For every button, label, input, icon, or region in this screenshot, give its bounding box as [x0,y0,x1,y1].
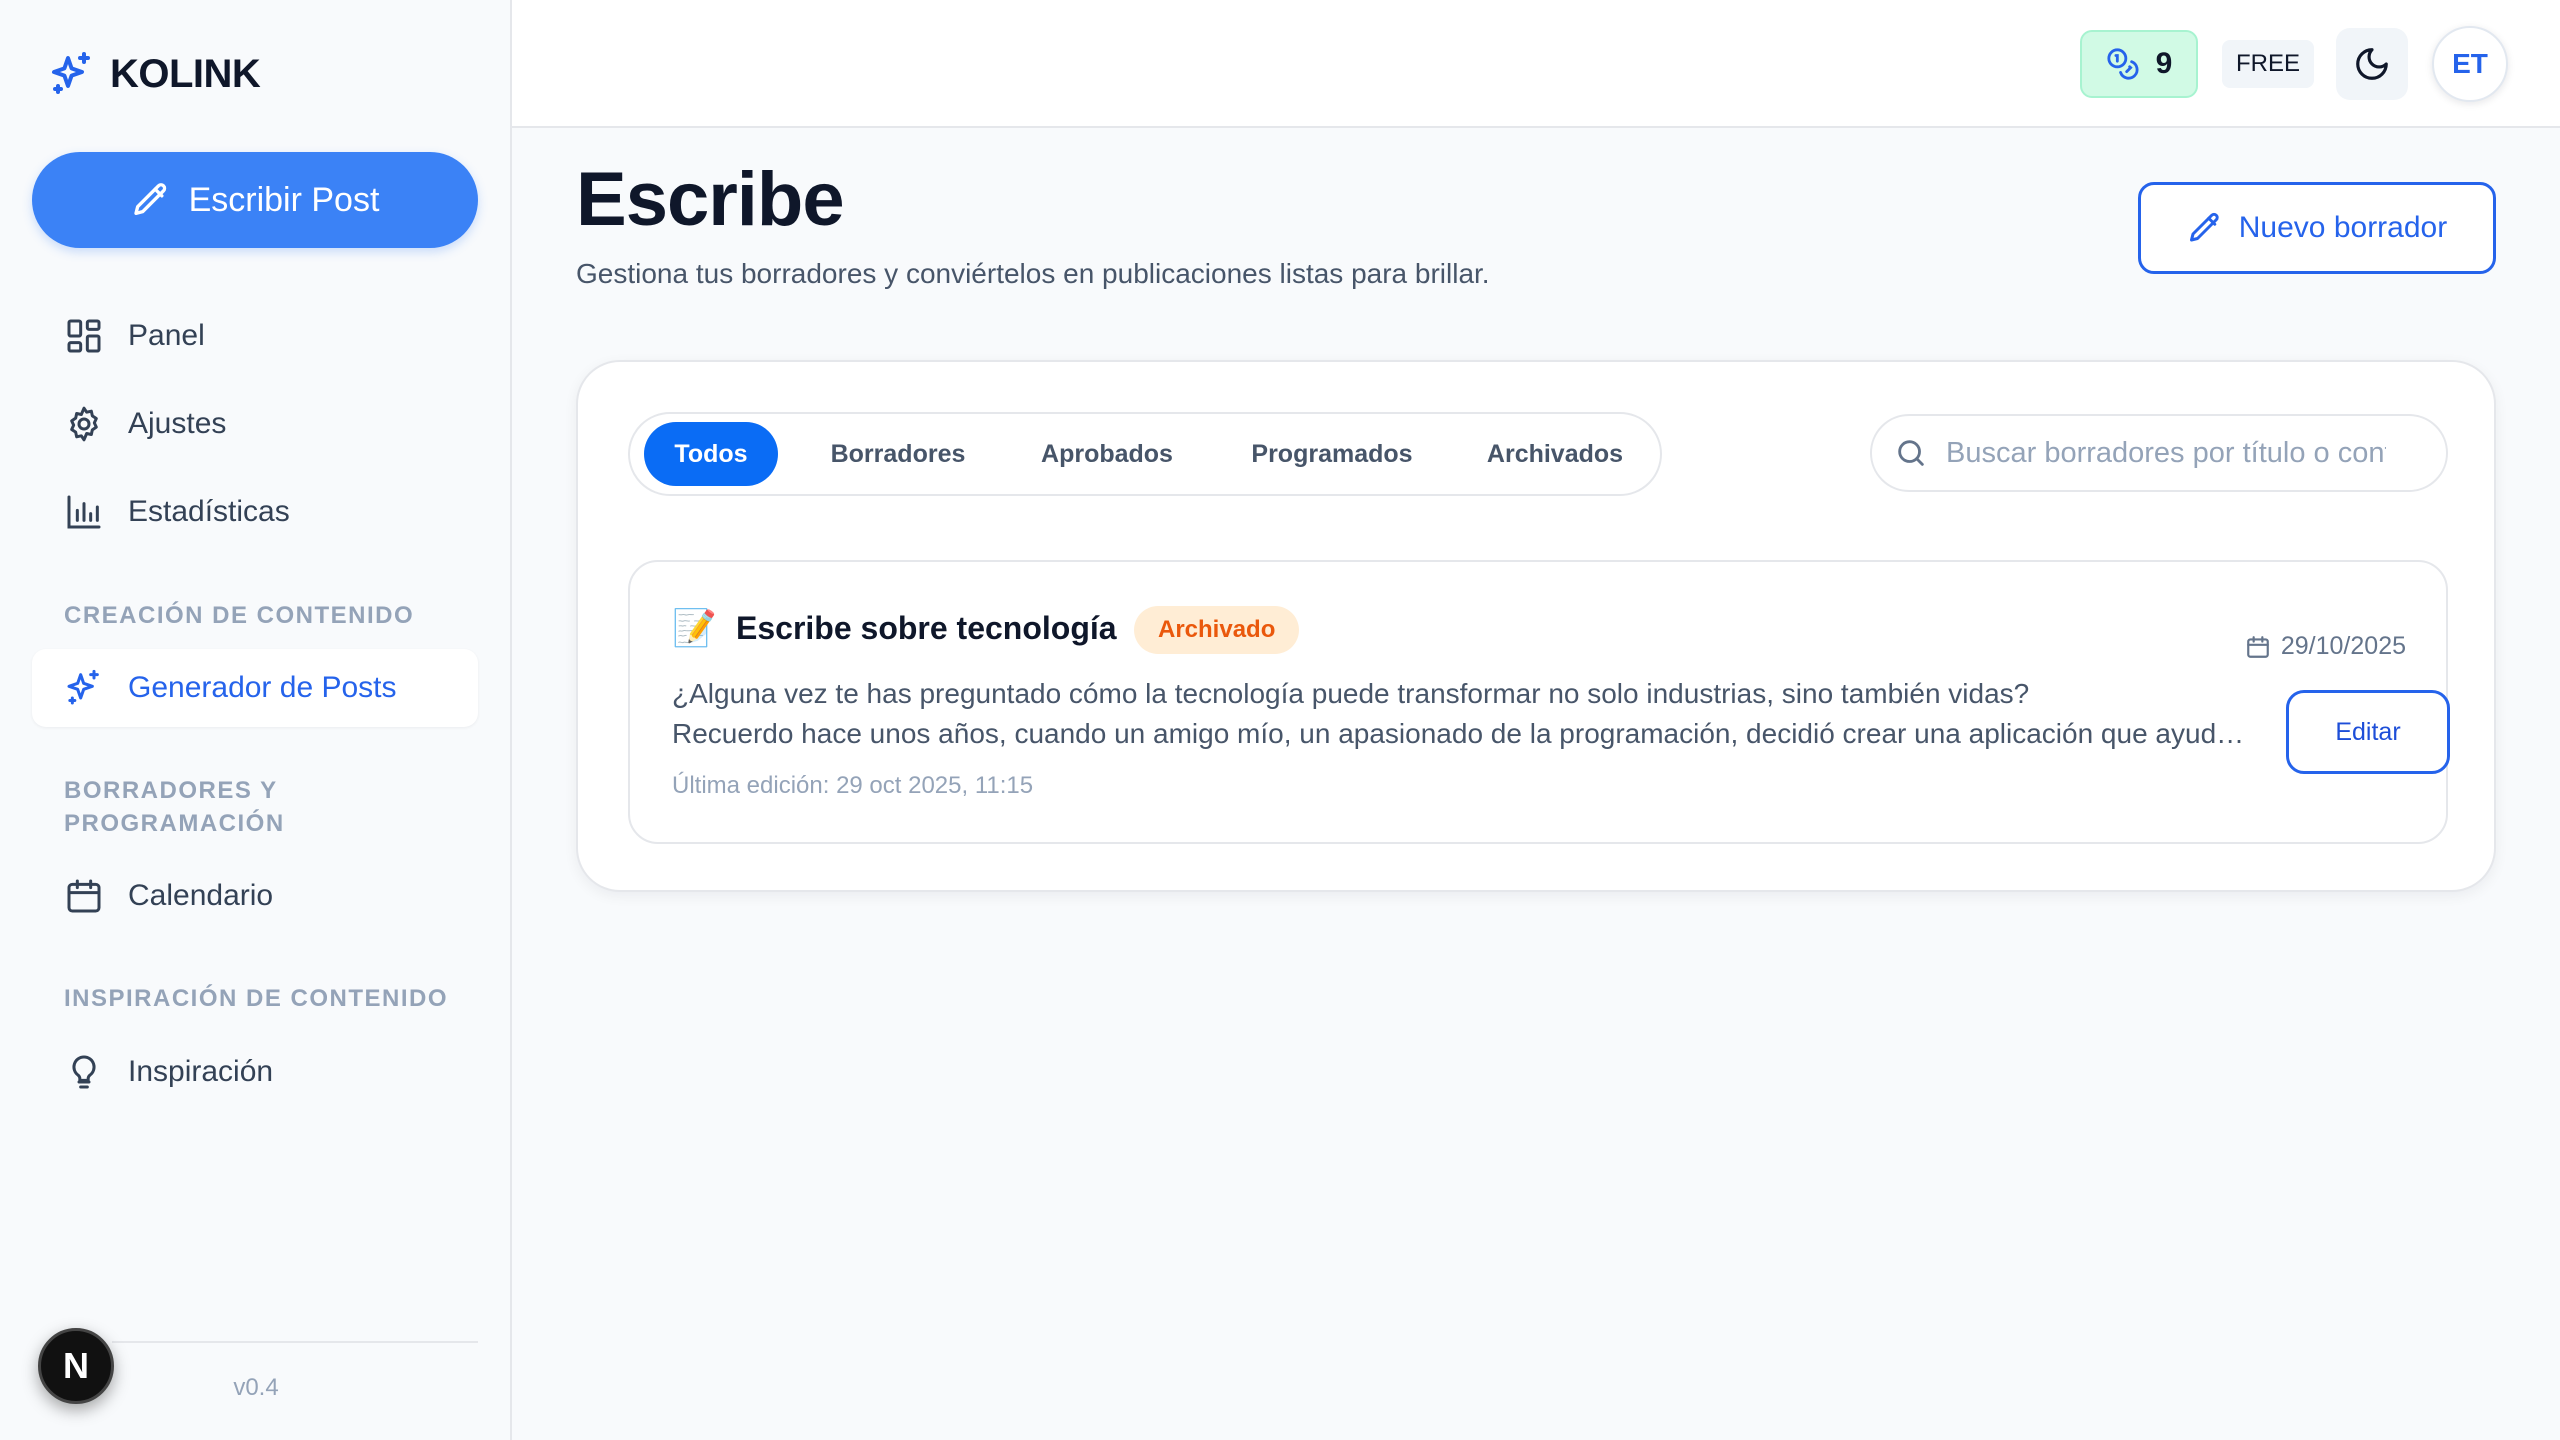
draft-date: 29/10/2025 [2245,632,2406,661]
bar-chart-icon [67,495,101,529]
sidebar-item-statistics[interactable]: Estadísticas [32,473,478,551]
sparkles-icon [52,52,90,94]
sidebar-item-calendar[interactable]: Calendario [32,857,478,935]
draft-last-edited: Última edición: 29 oct 2025, 11:15 [672,772,1034,799]
pencil-icon [133,183,166,215]
sidebar-item-label: Calendario [128,879,274,912]
search-input[interactable] [1946,436,2386,470]
top-bar: 9 FREE ET [512,0,2560,128]
dashboard-icon [67,319,101,353]
calendar-icon [2247,635,2269,658]
coins-icon [2107,48,2139,80]
sidebar-item-label: Estadísticas [128,495,290,528]
draft-card[interactable]: 📝 Escribe sobre tecnología Archivado ¿Al… [628,560,2450,844]
sparkles-icon [67,669,99,705]
status-tabs: Todos Borradores Aprobados Programados A… [628,412,1662,496]
draft-title: Escribe sobre tecnología [736,610,1117,646]
brand-logo[interactable]: KOLINK [48,50,261,98]
sidebar: KOLINK Escribir Post Panel Ajustes Estad… [0,0,512,1440]
brand-name: KOLINK [110,51,261,96]
sidebar-divider [112,1341,478,1343]
edit-button[interactable]: Editar [2286,690,2450,774]
new-draft-button[interactable]: Nuevo borrador [2138,182,2496,274]
user-avatar[interactable]: ET [2432,26,2508,102]
new-draft-label: Nuevo borrador [2238,211,2448,244]
search-box[interactable] [1870,414,2448,492]
pencil-icon [2189,212,2219,242]
sidebar-item-label: Inspiración [128,1055,274,1088]
draft-date-value: 29/10/2025 [2280,632,2406,660]
section-label-drafts-scheduling: BORRADORES Y PROGRAMACIÓN [64,777,285,837]
calendar-icon [67,879,101,913]
section-label-content-creation: CREACIÓN DE CONTENIDO [64,602,415,629]
sidebar-item-panel[interactable]: Panel [32,297,478,375]
credits-value: 9 [2155,47,2173,80]
tab-approved[interactable]: Aprobados [1012,422,1202,486]
gear-icon [70,406,98,442]
section-label-content-inspiration: INSPIRACIÓN DE CONTENIDO [64,985,449,1012]
draft-excerpt-line: ¿Alguna vez te has preguntado cómo la te… [672,678,2030,709]
status-badge: Archivado [1134,606,1300,654]
sidebar-item-label: Panel [128,319,205,352]
sidebar-item-label: Generador de Posts [128,671,397,704]
tab-drafts[interactable]: Borradores [798,422,998,486]
draft-excerpt: ¿Alguna vez te has preguntado cómo la te… [672,674,2252,754]
sidebar-item-inspiration[interactable]: Inspiración [32,1033,478,1111]
sidebar-item-label: Ajustes [128,407,227,440]
write-post-button[interactable]: Escribir Post [32,152,478,248]
write-post-label: Escribir Post [188,180,380,219]
search-icon [1898,440,1924,466]
page-title: Escribe [576,157,845,242]
credits-counter[interactable]: 9 [2080,30,2198,98]
lightbulb-icon [72,1055,96,1089]
tab-all[interactable]: Todos [644,422,778,486]
sidebar-item-post-generator[interactable]: Generador de Posts [32,649,478,727]
tab-archived[interactable]: Archivados [1458,422,1652,486]
memo-icon: 📝 [672,607,717,648]
tab-scheduled[interactable]: Programados [1222,422,1442,486]
draft-excerpt-line: Recuerdo hace unos años, cuando un amigo… [672,718,2252,749]
drafts-panel: Todos Borradores Aprobados Programados A… [576,360,2496,892]
dev-tools-badge[interactable]: N [38,1328,114,1404]
page-subtitle: Gestiona tus borradores y conviértelos e… [576,258,1490,289]
moon-icon [2356,48,2388,80]
sidebar-item-settings[interactable]: Ajustes [32,385,478,463]
plan-badge: FREE [2222,40,2314,88]
theme-toggle-button[interactable] [2336,28,2408,100]
